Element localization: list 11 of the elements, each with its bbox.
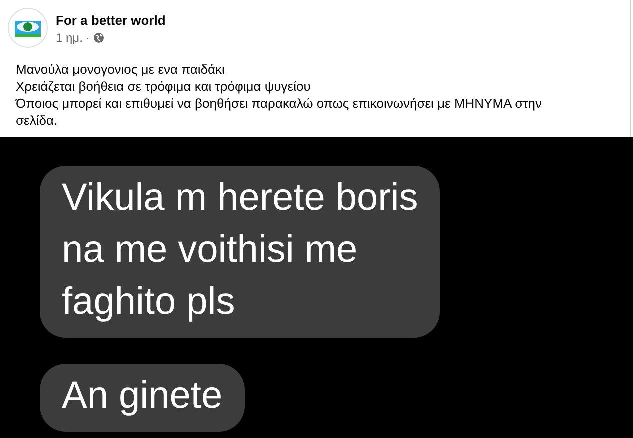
post-text-line: Χρειάζεται βοήθεια σε τρόφιμα και τρόφιμα ψυγείου	[16, 78, 311, 95]
globe-icon	[92, 32, 105, 44]
page-logo-icon[interactable]	[8, 8, 48, 48]
page-name-link[interactable]: For a better world	[56, 13, 166, 28]
post-text-line: Όποιος μπορεί και επιθυμεί να βοηθήσει παρακαλώ οπως επικοινωνήσει με ΜΗΝΥΜΑ στην	[16, 95, 542, 112]
message-bubble: Vikula m herete boris na me voithisi me faghito pls	[40, 166, 440, 338]
message-bubble: An ginete	[40, 364, 245, 432]
post-text-line: σελίδα.	[16, 112, 58, 129]
separator-dot: ·	[86, 31, 90, 45]
post-time[interactable]: 1 ημ.	[56, 31, 83, 45]
post-text-line: Μανούλα μονογονιος με ενα παιδάκι	[16, 61, 225, 78]
